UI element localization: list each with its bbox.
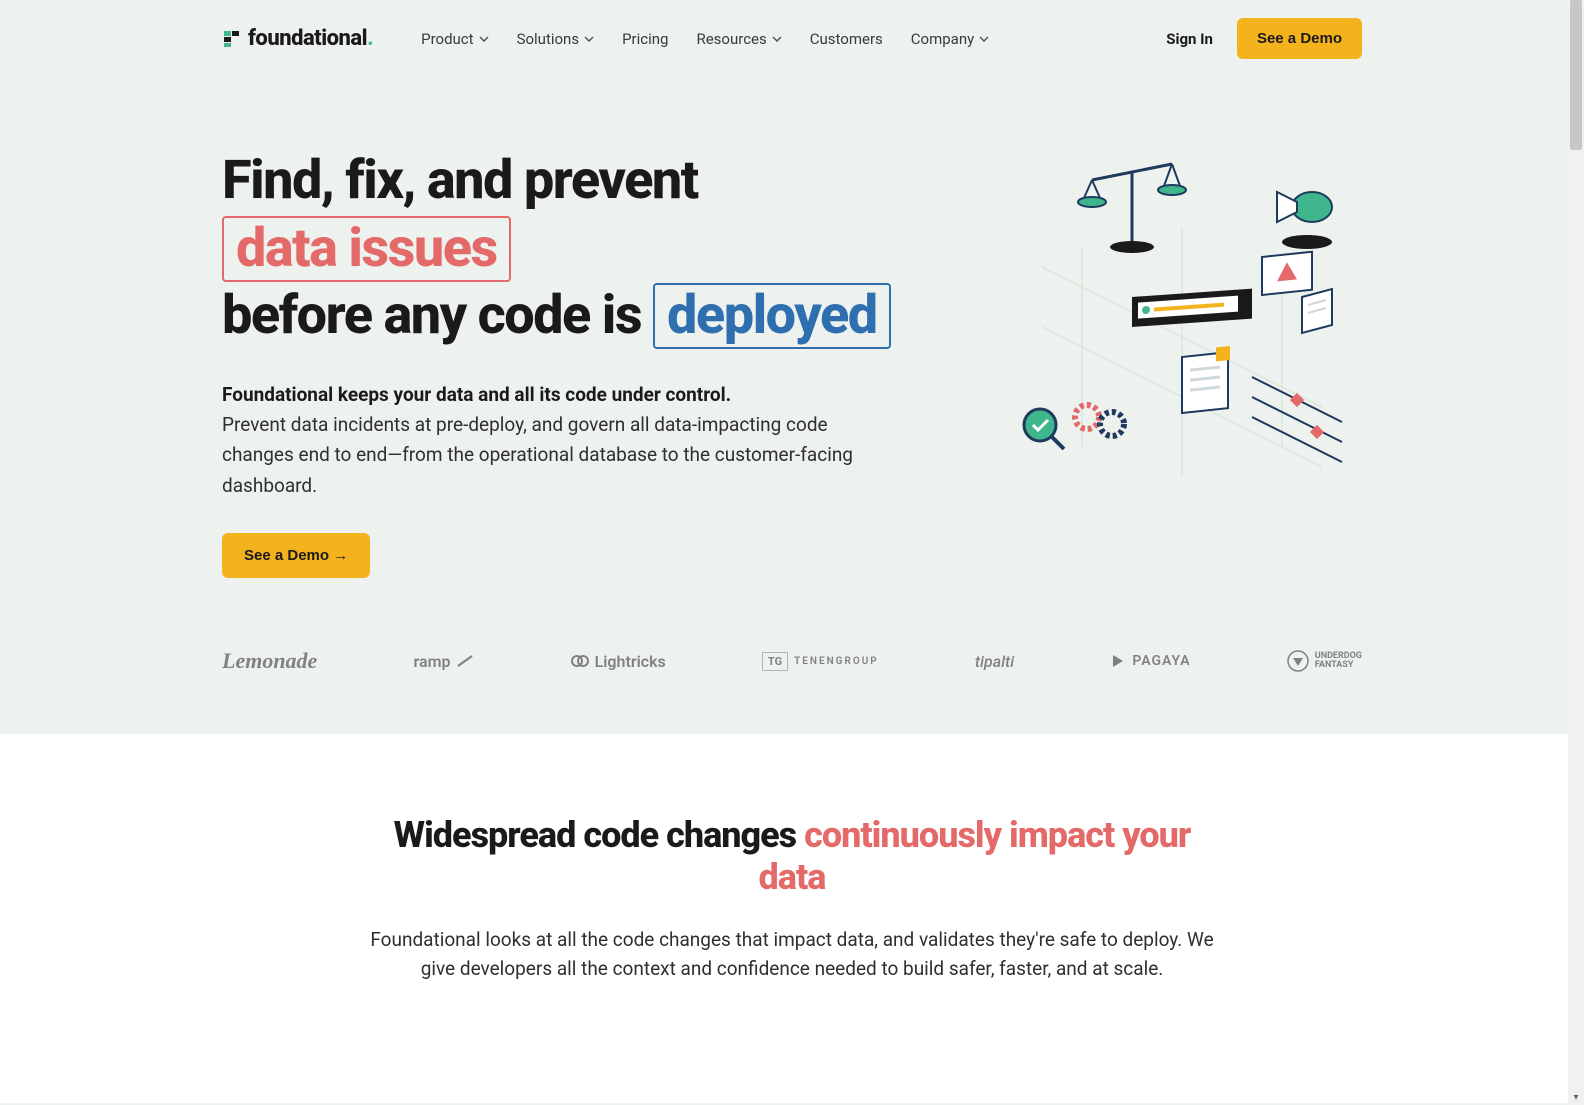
hero-cta-button[interactable]: See a Demo → — [222, 533, 370, 578]
section2-h2-highlight: continuously impact your data — [759, 814, 1191, 898]
section-code-changes: Widespread code changes continuously imp… — [0, 734, 1584, 1103]
customer-logo-underdog: UNDERDOG FANTASY — [1287, 650, 1362, 672]
hero-section: Find, fix, and prevent data issues befor… — [222, 77, 1362, 628]
hero-h1-text: before any code is — [222, 284, 653, 347]
scroll-thumb[interactable] — [1570, 0, 1582, 150]
scroll-down-icon[interactable]: ▾ — [1568, 1089, 1584, 1105]
hero-sub-bold: Foundational keeps your data and all its… — [222, 380, 862, 410]
section2-h2-text: Widespread code changes — [394, 814, 804, 856]
nav-item-solutions[interactable]: Solutions — [517, 30, 595, 48]
section2-body: Foundational looks at all the code chang… — [362, 926, 1222, 983]
brand-dot: . — [367, 26, 373, 51]
nav-label: Product — [421, 30, 473, 48]
scrollbar[interactable]: ▴ ▾ — [1568, 0, 1584, 1105]
nav-item-resources[interactable]: Resources — [696, 30, 781, 48]
customer-logo-tipalti: tipalti — [975, 652, 1014, 671]
logo-text: ramp — [413, 652, 450, 671]
logo-text: Lightricks — [595, 652, 666, 671]
customer-logo-pagaya: PAGAYA — [1110, 653, 1190, 669]
lightricks-icon — [571, 652, 589, 670]
nav-right: Sign In See a Demo — [1166, 18, 1362, 59]
brand-logo[interactable]: foundational. — [222, 26, 373, 51]
brand-name: foundational — [248, 26, 367, 51]
customer-logo-lightricks: Lightricks — [571, 652, 666, 671]
nav-label: Pricing — [622, 30, 668, 48]
customer-logo-lemonade: Lemonade — [222, 648, 317, 674]
hero-sub-body: Prevent data incidents at pre-deploy, an… — [222, 410, 862, 501]
top-nav: foundational. Product Solutions Pricing … — [222, 0, 1362, 77]
nav-label: Customers — [810, 30, 883, 48]
nav-item-product[interactable]: Product — [421, 30, 488, 48]
nav-label: Company — [911, 30, 974, 48]
hero-subtext: Foundational keeps your data and all its… — [222, 380, 862, 502]
logo-text: PAGAYA — [1132, 653, 1190, 669]
logo-text: TENENGROUP — [794, 656, 879, 667]
nav-item-customers[interactable]: Customers — [810, 30, 883, 48]
hero-highlight-deployed: deployed — [653, 283, 891, 349]
customer-logo-tenengroup: TG TENENGROUP — [762, 652, 879, 671]
customer-logo-ramp: ramp — [413, 652, 474, 671]
pagaya-icon — [1110, 653, 1126, 669]
signin-link[interactable]: Sign In — [1166, 30, 1213, 48]
nav-label: Solutions — [517, 30, 580, 48]
hero-h1-text: Find, fix, and prevent — [222, 149, 698, 212]
hero-illustration-container — [982, 147, 1362, 487]
chevron-down-icon — [584, 36, 594, 42]
nav-item-company[interactable]: Company — [911, 30, 989, 48]
underdog-icon — [1287, 650, 1309, 672]
chevron-down-icon — [479, 36, 489, 42]
nav-menu: Product Solutions Pricing Resources Cust… — [421, 30, 989, 48]
nav-label: Resources — [696, 30, 766, 48]
hero-highlight-data-issues: data issues — [222, 216, 511, 282]
chevron-down-icon — [979, 36, 989, 42]
chevron-down-icon — [772, 36, 782, 42]
nav-item-pricing[interactable]: Pricing — [622, 30, 668, 48]
hero-illustration-icon — [982, 147, 1362, 487]
customer-logos-row: Lemonade ramp Lightricks TG TENENGROUP t… — [222, 628, 1362, 734]
ramp-icon — [456, 654, 474, 668]
hero-heading: Find, fix, and prevent data issues befor… — [222, 147, 942, 350]
logo-mark-icon — [222, 29, 242, 49]
nav-cta-button[interactable]: See a Demo — [1237, 18, 1362, 59]
section2-heading: Widespread code changes continuously imp… — [362, 814, 1222, 898]
